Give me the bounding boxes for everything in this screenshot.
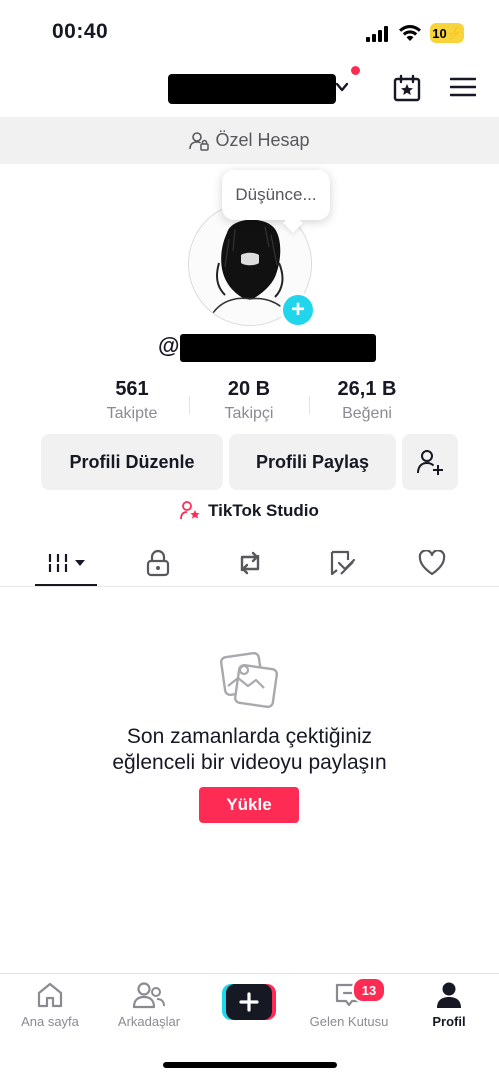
repost-icon [240, 551, 260, 575]
cellular-signal-icon [366, 26, 388, 42]
empty-state-message: Son zamanlarda çektiğiniz eğlenceli bir … [0, 724, 499, 776]
nav-profile-label: Profil [432, 1014, 466, 1029]
tiktok-studio-link[interactable]: TikTok Studio [0, 499, 499, 523]
friends-icon [133, 982, 165, 1009]
battery-indicator: 10 ⚡ [430, 23, 464, 43]
add-user-icon [417, 450, 443, 475]
followers-count: 20 B [227, 378, 271, 400]
tab-liked[interactable] [415, 546, 449, 580]
videos-grid-icon [47, 554, 85, 572]
charging-bolt-icon: ⚡ [446, 26, 462, 40]
private-account-banner: Özel Hesap [0, 117, 499, 164]
bottom-nav-divider [0, 973, 499, 974]
heart-icon [418, 550, 446, 576]
nav-friends-label: Arkadaşlar [117, 1014, 181, 1029]
calendar-star-icon[interactable] [393, 74, 421, 102]
following-label: Takipte [106, 405, 158, 422]
create-plus-button[interactable] [222, 984, 276, 1020]
studio-label: TikTok Studio [208, 501, 319, 520]
likes-label: Beğeni [342, 405, 392, 422]
nav-inbox-label: Gelen Kutusu [309, 1014, 389, 1029]
notification-dot [351, 66, 360, 75]
share-profile-button[interactable]: Profili Paylaş [229, 434, 396, 490]
menu-icon[interactable] [450, 76, 476, 98]
redacted-account-name[interactable] [168, 74, 336, 104]
thought-bubble[interactable]: Düşünce... [222, 170, 330, 220]
followers-label: Takipçi [224, 405, 274, 422]
redacted-username [180, 334, 376, 362]
likes-count: 26,1 B [337, 378, 397, 400]
tagged-icon [330, 550, 356, 576]
nav-profile[interactable]: Profil [401, 980, 497, 1036]
home-icon [37, 982, 63, 1008]
status-time: 00:40 [52, 20, 109, 43]
stat-divider [309, 396, 310, 414]
empty-state-line-2: eğlenceli bir videoyu paylaşın [112, 751, 387, 774]
inbox-badge: 13 [352, 977, 386, 1003]
username-at-sign: @ [158, 333, 180, 358]
following-stat[interactable]: 561 Takipte [77, 378, 187, 423]
stat-divider [189, 396, 190, 414]
empty-state-line-1: Son zamanlarda çektiğiniz [126, 725, 373, 748]
private-user-icon [189, 131, 210, 151]
profile-icon [437, 982, 461, 1008]
following-count: 561 [115, 378, 149, 400]
home-indicator [163, 1062, 337, 1068]
nav-home[interactable]: Ana sayfa [2, 980, 98, 1036]
tab-videos[interactable] [46, 546, 90, 580]
likes-stat[interactable]: 26,1 B Beğeni [312, 378, 422, 423]
nav-home-label: Ana sayfa [21, 1014, 79, 1029]
battery-level: 10 [432, 25, 447, 41]
chevron-down-icon[interactable] [334, 80, 350, 94]
tab-tagged[interactable] [325, 546, 359, 580]
tabs-divider [0, 586, 499, 587]
private-account-label: Özel Hesap [215, 130, 310, 150]
tab-reposts[interactable] [233, 546, 267, 580]
lock-icon [146, 549, 170, 577]
tab-private[interactable] [141, 546, 175, 580]
edit-profile-button[interactable]: Profili Düzenle [41, 434, 223, 490]
upload-button[interactable]: Yükle [199, 787, 299, 823]
studio-user-star-icon [180, 501, 200, 520]
followers-stat[interactable]: 20 B Takipçi [194, 378, 304, 423]
add-friend-button[interactable] [402, 434, 458, 490]
photo-placeholder-icon [220, 652, 278, 708]
add-story-button[interactable]: + [280, 292, 316, 328]
nav-friends[interactable]: Arkadaşlar [101, 980, 197, 1036]
wifi-icon [399, 25, 421, 41]
